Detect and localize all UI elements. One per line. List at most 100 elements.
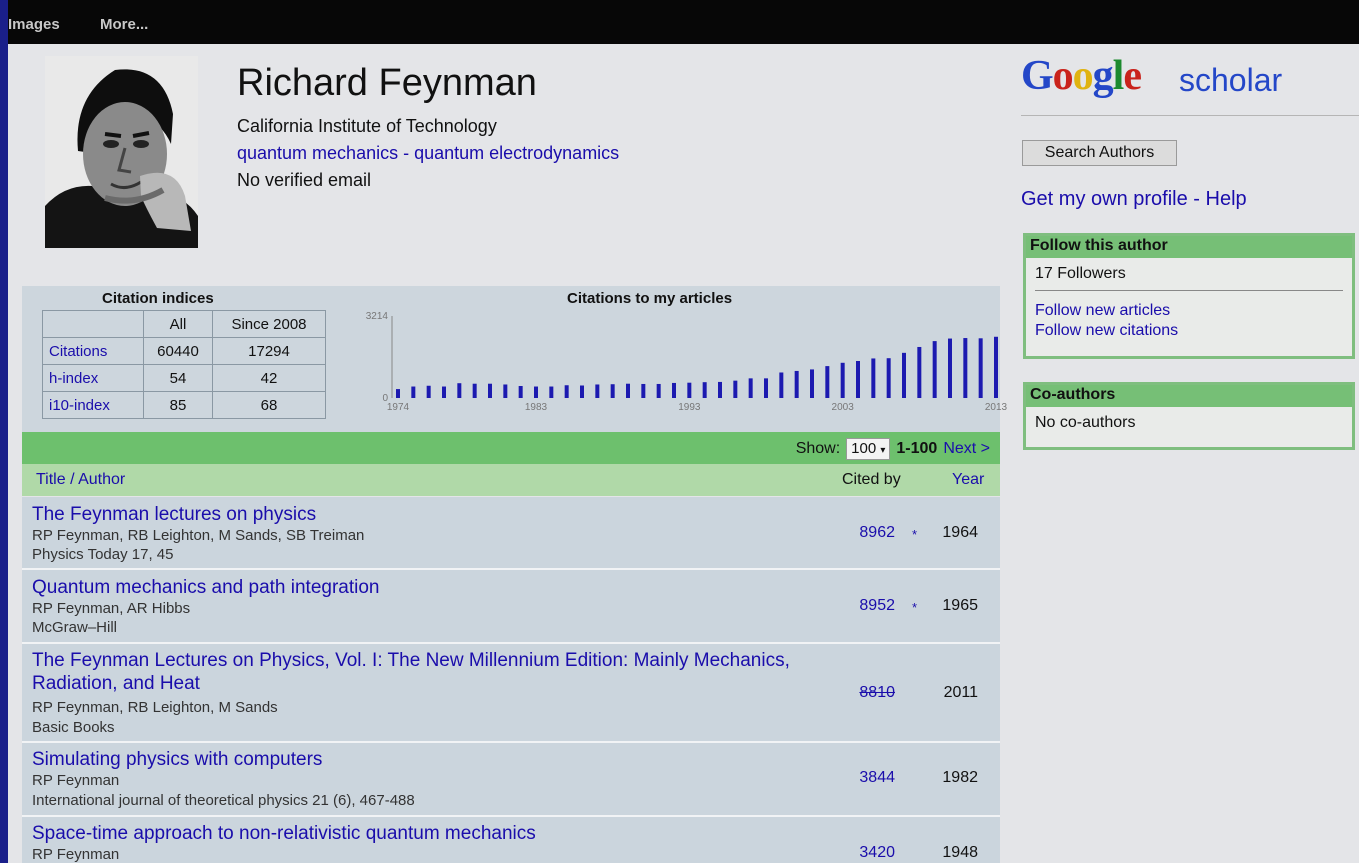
table-header-cell: All — [143, 310, 213, 338]
article-year: 2011 — [943, 684, 978, 701]
table-header-row: All Since 2008 — [42, 310, 326, 338]
follow-new-articles-link[interactable]: Follow new articles — [1026, 301, 1352, 321]
citations-link[interactable]: Citations — [42, 337, 144, 365]
i10-index-link[interactable]: i10-index — [42, 391, 144, 419]
coauthors-box: Co-authors No co-authors — [1023, 382, 1355, 450]
chart-bar — [687, 382, 692, 398]
table-row: Quantum mechanics and path integration R… — [22, 570, 1000, 644]
chart-bar — [978, 338, 983, 398]
y-tick-label: 3214 — [366, 311, 389, 322]
chart-bar — [518, 386, 523, 398]
logo-letter: o — [1052, 53, 1074, 99]
h-index-link[interactable]: h-index — [42, 364, 144, 392]
citation-indices-title: Citation indices — [102, 290, 214, 307]
next-page-link[interactable]: Next > — [943, 440, 990, 458]
scholar-wordmark: scholar — [1179, 62, 1283, 98]
profile-name: Richard Feynman — [237, 62, 537, 104]
chart-bar — [794, 370, 799, 398]
chart-bar — [656, 383, 661, 398]
x-tick-label: 1983 — [525, 402, 548, 413]
chevron-down-icon: ▾ — [880, 445, 886, 456]
profile-institution: California Institute of Technology — [237, 116, 497, 136]
chart-bar — [472, 383, 477, 398]
logo-letter: o — [1072, 53, 1094, 99]
article-title-link[interactable]: The Feynman lectures on physics — [32, 503, 812, 526]
chart-bar — [825, 366, 830, 398]
chart-bar — [580, 385, 584, 398]
table-row: Citations 60440 17294 — [42, 337, 326, 365]
logo-letter: g — [1092, 53, 1114, 99]
get-profile-help-link[interactable]: Get my own profile - Help — [1021, 188, 1247, 211]
sort-title-author-link[interactable]: Title / Author — [36, 471, 125, 489]
chart-bar — [764, 378, 768, 398]
article-title-link[interactable]: The Feynman Lectures on Physics, Vol. I:… — [32, 649, 812, 695]
table-row: The Feynman Lectures on Physics, Vol. I:… — [22, 644, 1000, 743]
chart-bar — [672, 382, 676, 398]
profile-photo — [45, 56, 198, 248]
chart-bar — [917, 346, 922, 398]
article-title-link[interactable]: Simulating physics with computers — [32, 748, 812, 771]
chart-bar — [488, 383, 492, 398]
cited-by-link[interactable]: 3844 — [859, 769, 895, 787]
cited-by-link[interactable]: 8962 — [859, 524, 895, 542]
articles-list: The Feynman lectures on physics RP Feynm… — [22, 497, 1000, 863]
cited-by-link[interactable]: 8810 — [859, 684, 895, 702]
cited-by-link[interactable]: 3420 — [859, 844, 895, 862]
sort-year-link[interactable]: Year — [952, 471, 984, 489]
chart-bar — [840, 362, 845, 398]
articles-column-header: Title / Author Cited by Year — [22, 464, 1000, 496]
cited-by-header: Cited by — [842, 471, 901, 488]
chart-bar — [779, 372, 784, 398]
followers-count: 17 Followers — [1035, 265, 1126, 282]
article-title-link[interactable]: Quantum mechanics and path integration — [32, 576, 812, 599]
table-row: Space-time approach to non-relativistic … — [22, 817, 1000, 863]
citation-indices-table: All Since 2008 Citations 60440 17294 h-i… — [42, 310, 326, 419]
chart-bar — [871, 358, 876, 398]
follow-new-citations-link[interactable]: Follow new citations — [1026, 321, 1352, 341]
article-year: 1982 — [942, 769, 978, 786]
article-venue: Basic Books — [32, 719, 115, 736]
chart-bar — [963, 338, 968, 398]
article-venue: McGraw–Hill — [32, 619, 118, 636]
x-tick-label: 2013 — [985, 402, 1008, 413]
merged-star-icon: * — [911, 527, 917, 542]
table-row: Simulating physics with computers RP Fey… — [22, 743, 1000, 817]
per-page-value: 100 — [851, 440, 877, 457]
google-logo[interactable]: Google — [1021, 52, 1142, 100]
chart-bar — [718, 381, 722, 398]
table-cell: 60440 — [143, 337, 213, 365]
table-cell: 54 — [143, 364, 213, 392]
table-row: The Feynman lectures on physics RP Feynm… — [22, 497, 1000, 570]
article-year: 1964 — [942, 524, 978, 541]
chart-bar — [932, 341, 937, 398]
chart-bar — [396, 389, 400, 398]
search-authors-button[interactable]: Search Authors — [1022, 140, 1177, 166]
nav-more-link[interactable]: More... — [100, 16, 148, 33]
chart-bar — [426, 385, 431, 398]
chart-bar — [595, 384, 600, 398]
chart-bar — [549, 386, 554, 398]
nav-images-link[interactable]: Images — [8, 16, 60, 33]
chart-bar — [626, 383, 630, 398]
table-row: h-index 54 42 — [42, 364, 326, 392]
citations-bar-chart: 321401974 1983 1993 2003 2013 — [366, 311, 1008, 413]
articles-toolbar: Show: 100 ▾ 1-100 Next > — [22, 432, 1000, 464]
follow-author-box: Follow this author 17 Followers Follow n… — [1023, 233, 1355, 359]
x-tick-label: 2003 — [832, 402, 855, 413]
chart-bar — [902, 352, 906, 398]
table-header-cell: Since 2008 — [212, 310, 326, 338]
per-page-select[interactable]: 100 ▾ — [846, 438, 891, 460]
x-tick-label: 1993 — [678, 402, 701, 413]
chart-bar — [810, 369, 814, 398]
citation-stats-panel: Citation indices All Since 2008 Citation… — [22, 286, 1008, 432]
article-venue: Physics Today 17, 45 — [32, 546, 174, 563]
chart-bar — [733, 380, 738, 398]
profile-topics-link[interactable]: quantum mechanics - quantum electrodynam… — [237, 143, 619, 164]
chart-bar — [411, 386, 416, 398]
follow-author-title: Follow this author — [1026, 236, 1352, 258]
chart-bar — [856, 361, 860, 398]
article-title-link[interactable]: Space-time approach to non-relativistic … — [32, 822, 812, 845]
table-header-cell — [42, 310, 144, 338]
merged-star-icon: * — [911, 600, 917, 615]
cited-by-link[interactable]: 8952 — [859, 597, 895, 615]
